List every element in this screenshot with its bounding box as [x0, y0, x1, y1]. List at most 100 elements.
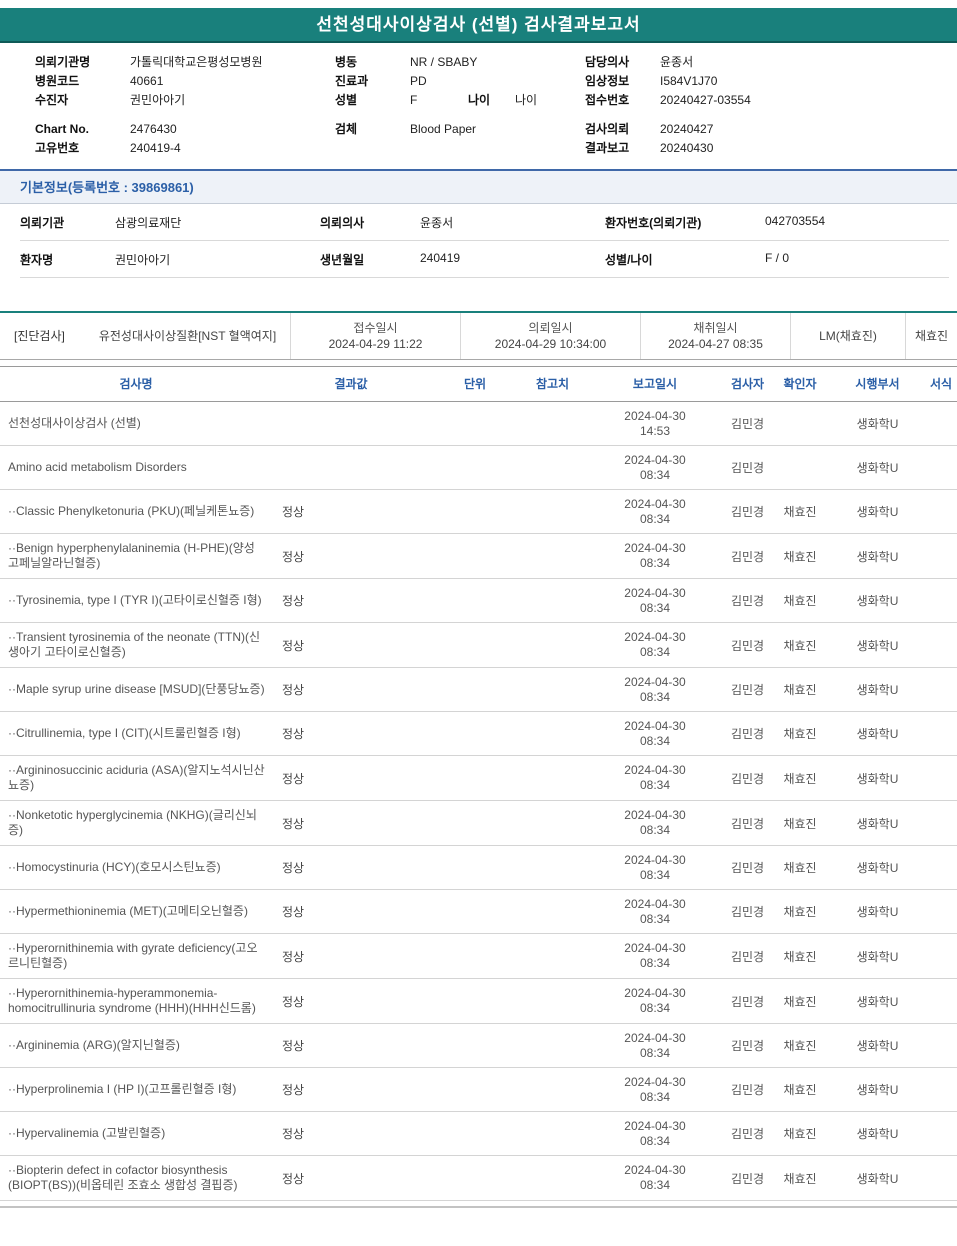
department-name: 생화학U: [856, 461, 899, 475]
result-value: 정상: [282, 594, 305, 608]
test-name: ··Transient tyrosinemia of the neonate (…: [8, 630, 261, 659]
tester-name: 김민경: [730, 594, 765, 608]
test-name: ··Biopterin defect in cofactor biosynthe…: [8, 1163, 238, 1192]
report-datetime: 2024-04-30 08:34: [624, 1163, 686, 1192]
report-datetime: 2024-04-30 08:34: [624, 452, 686, 482]
field-value: NR / SBABY: [410, 54, 478, 69]
header-field-row: 결과보고 20240430: [585, 138, 957, 157]
result-value: 정상: [282, 1083, 305, 1097]
field-label: 진료과: [335, 74, 369, 88]
result-value: 정상: [282, 727, 305, 741]
tester-name: 김민경: [730, 1039, 765, 1053]
test-name: ··Hypervalinemia (고발린혈증): [8, 1126, 166, 1140]
field-value: 40661: [130, 73, 164, 88]
result-value: 정상: [282, 638, 305, 653]
header-field-row: 고유번호 240419-4: [35, 138, 335, 157]
result-row: ··Nonketotic hyperglycinemia (NKHG)(글리신뇌…: [0, 801, 957, 846]
field-label: 의뢰기관: [20, 204, 115, 241]
request-datetime-label: 의뢰일시: [528, 321, 573, 335]
field-value: F: [410, 92, 418, 107]
result-value: 정상: [282, 949, 305, 964]
results-header-row: 검사명 결과값 단위 참고치 보고일시 검사자 확인자 시행부서 서식: [0, 366, 957, 402]
result-row: ··Maple syrup urine disease [MSUD](단풍당뇨증…: [0, 668, 957, 712]
field-value: 240419: [420, 241, 605, 278]
collector-info: LM(채효진): [790, 313, 905, 359]
test-name: ··Homocystinuria (HCY)(호모시스틴뇨증): [8, 860, 221, 874]
report-datetime: 2024-04-30 14:53: [624, 408, 686, 438]
test-name: Amino acid metabolism Disorders: [8, 460, 187, 474]
order-band: [진단검사] 유전성대사이상질환[NST 혈액여지] 접수일시 2024-04-…: [0, 311, 957, 360]
tester-name: 김민경: [730, 949, 765, 964]
result-value: 정상: [282, 1127, 305, 1141]
receive-datetime-value: 2024-04-29 11:22: [328, 337, 423, 351]
report-datetime: 2024-04-30 08:34: [624, 1030, 686, 1060]
field-label: 병동: [335, 55, 358, 69]
field-label: 담당의사: [585, 55, 630, 69]
header-field-row: 의뢰기관명 가톨릭대학교은평성모병원: [35, 52, 335, 71]
result-value: 정상: [282, 861, 305, 875]
result-row: ··Tyrosinemia, type I (TYR I)(고타이로신혈증 I형…: [0, 579, 957, 623]
verifier-name: 채효진: [783, 505, 817, 519]
tester-name: 김민경: [730, 638, 765, 653]
test-name: 선천성대사이상검사 (선별): [8, 416, 141, 430]
test-name: ··Maple syrup urine disease [MSUD](단풍당뇨증…: [8, 682, 265, 696]
field-label: 검체: [335, 122, 358, 136]
verifier-name: 채효진: [783, 1039, 817, 1053]
field-label: 환자번호(의뢰기관): [605, 204, 765, 241]
result-row: ··Hypervalinemia (고발린혈증) 정상 2024-04-30 08:…: [0, 1112, 957, 1156]
field-value: 삼광의료재단: [115, 204, 320, 241]
test-name: ··Hyperornithinemia with gyrate deficien…: [8, 941, 258, 970]
column-header-department: 시행부서: [855, 377, 900, 391]
basic-info-table: 의뢰기관 삼광의료재단 의뢰의사 윤종서 환자번호(의뢰기관) 042703554 환자명 권…: [0, 204, 957, 278]
department-name: 생화학U: [856, 638, 899, 653]
field-label: 나이: [468, 93, 491, 107]
tester-name: 김민경: [730, 771, 765, 786]
tester-name: 김민경: [730, 1171, 765, 1186]
header-field-row: 병원코드 40661: [35, 71, 335, 90]
test-name: ··Argininemia (ARG)(알지닌혈증): [8, 1038, 180, 1052]
verifier-name: 채효진: [783, 549, 817, 564]
verifier-name: 채효진: [783, 1171, 817, 1186]
verifier-name: 채효진: [783, 1083, 817, 1097]
field-value: 윤종서: [660, 55, 694, 69]
header-field-row: Chart No. 2476430: [35, 119, 335, 138]
verifier-name: 채효진: [783, 816, 817, 831]
verifier-name: 채효진: [783, 594, 817, 608]
department-name: 생화학U: [856, 683, 899, 697]
department-name: 생화학U: [856, 549, 899, 564]
department-name: 생화학U: [856, 1171, 899, 1186]
page-title: 선천성대사이상검사 (선별) 검사결과보고서: [0, 8, 957, 43]
header-field-row: 접수번호 20240427-03554: [585, 90, 957, 109]
department-name: 생화학U: [856, 905, 899, 919]
test-name: ··Hyperornithinemia-hyperammonemia-homoc…: [8, 986, 256, 1015]
department-name: 생화학U: [856, 1127, 899, 1141]
header-field-row: 담당의사 윤종서: [585, 52, 957, 71]
field-value: 권민아아기: [115, 241, 320, 278]
request-datetime-col: 의뢰일시 2024-04-29 10:34:00: [460, 313, 640, 359]
result-row: ··Classic Phenylketonuria (PKU)(페닐케톤뇨증) 정…: [0, 490, 957, 534]
test-name: ··Citrullinemia, type I (CIT)(시트룰린혈증 I형): [8, 726, 241, 740]
result-value: 정상: [282, 816, 305, 831]
column-header-test-name: 검사명: [119, 377, 153, 391]
verifier-name: 채효진: [783, 771, 817, 786]
header-field-row: 임상정보 I584V1J70: [585, 71, 957, 90]
verifier-name: 채효진: [783, 861, 817, 875]
collect-datetime-col: 채취일시 2024-04-27 08:35: [640, 313, 790, 359]
result-row: ··Hyperprolinemia I (HP I)(고프롤린혈증 I형) 정상 2…: [0, 1068, 957, 1112]
result-row: ··Homocystinuria (HCY)(호모시스틴뇨증) 정상 2024-04…: [0, 846, 957, 890]
report-datetime: 2024-04-30 08:34: [624, 986, 686, 1015]
field-value: I584V1J70: [660, 73, 718, 88]
department-name: 생화학U: [856, 417, 899, 431]
verifier-name: 채효진: [783, 683, 817, 697]
tester-name: 김민경: [730, 461, 765, 475]
result-value: 정상: [282, 683, 305, 697]
result-row: Amino acid metabolism Disorders 2024-04-3…: [0, 446, 957, 490]
report-datetime: 2024-04-30 08:34: [624, 496, 686, 526]
column-header-reported: 보고일시: [632, 377, 678, 391]
tester-name: 김민경: [730, 549, 765, 564]
field-label: 성별: [335, 93, 358, 107]
test-name: ··Tyrosinemia, type I (TYR I)(고타이로신혈증 I형…: [8, 593, 262, 607]
verifier-name: 채효진: [783, 905, 817, 919]
tester-name: 김민경: [730, 994, 765, 1009]
page-bottom-divider: [0, 1206, 957, 1208]
